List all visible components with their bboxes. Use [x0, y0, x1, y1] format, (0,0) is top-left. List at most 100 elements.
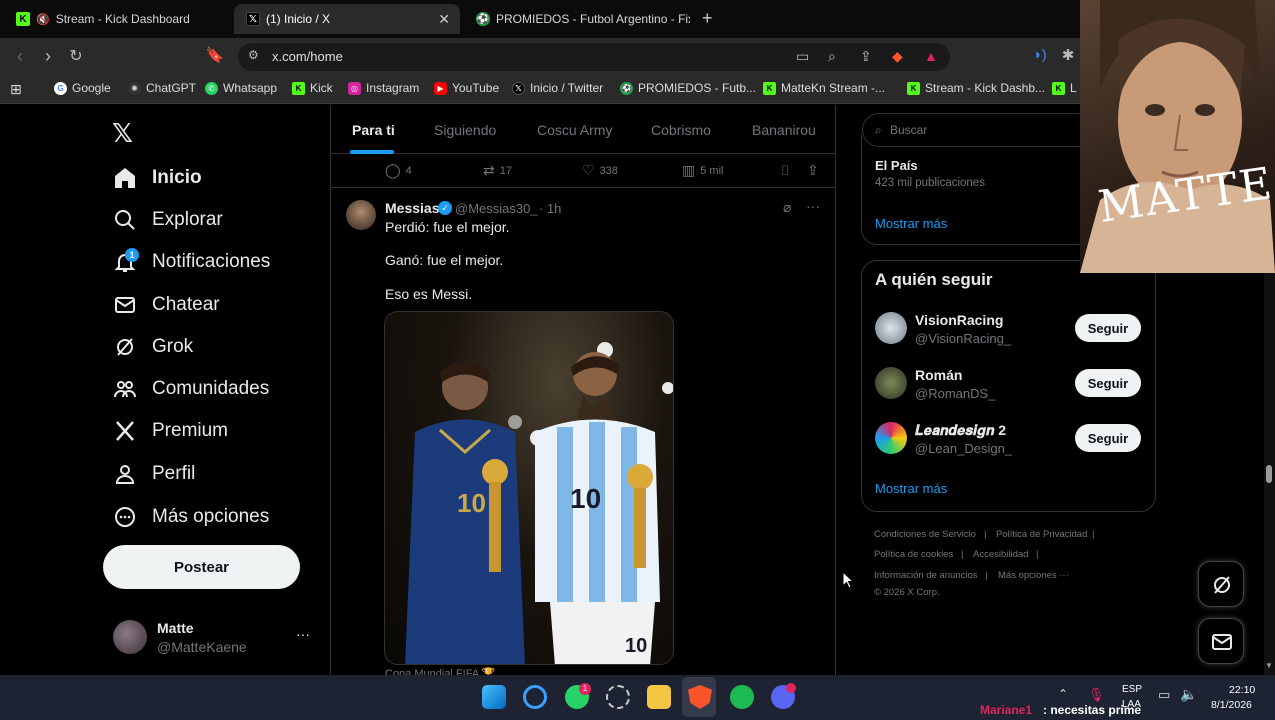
author-handle[interactable]: @Messias30_ — [455, 201, 538, 216]
scroll-down-icon[interactable]: ▼ — [1265, 661, 1273, 670]
nav-mas-opciones[interactable]: Más opciones — [113, 502, 269, 532]
nav-explorar[interactable]: Explorar — [113, 205, 223, 235]
suggestion-name[interactable]: Román — [915, 367, 962, 383]
follow-button[interactable]: Seguir — [1075, 369, 1141, 397]
account-switcher[interactable]: Matte @MatteKaene ··· — [103, 610, 323, 660]
author-name[interactable]: Messias — [385, 200, 439, 216]
url-text[interactable]: x.com/home — [272, 49, 343, 64]
avatar[interactable] — [875, 367, 907, 399]
footer-cookies-link[interactable]: Política de cookies — [874, 549, 953, 560]
grok-float-button[interactable] — [1198, 561, 1244, 607]
clock-time[interactable]: 22:10 — [1229, 684, 1255, 696]
bookmark-promiedos[interactable]: ⚽ PROMIEDOS - Futb... — [620, 81, 756, 95]
close-tab-icon[interactable]: ✕ — [438, 11, 450, 28]
brave-shields-icon[interactable]: ◆ — [892, 48, 903, 65]
start-icon[interactable] — [482, 685, 506, 709]
x-logo-icon[interactable]: 𝕏 — [112, 118, 133, 149]
account-more-icon[interactable]: ··· — [296, 626, 310, 642]
tab-para-ti[interactable]: Para ti — [352, 122, 395, 138]
bookmark-more[interactable]: KL — [1052, 81, 1077, 95]
bookmark-kick[interactable]: K Kick — [292, 81, 333, 95]
chatgpt-icon[interactable] — [606, 685, 630, 709]
x-premium-icon — [116, 421, 134, 441]
bookmark-youtube[interactable]: ▶ YouTube — [434, 81, 499, 95]
cast-icon[interactable]: ▭ — [796, 48, 809, 65]
post-more-icon[interactable]: ··· — [806, 198, 820, 214]
reply-button[interactable]: ◯ 4 — [385, 162, 412, 179]
new-tab-icon[interactable]: + — [702, 8, 713, 29]
input-layout[interactable]: LAA — [1122, 699, 1141, 710]
nav-inicio[interactable]: Inicio — [113, 163, 202, 193]
trend-count: 423 mil publicaciones — [875, 177, 985, 189]
extensions-icon[interactable]: ✱ — [1058, 46, 1078, 64]
nav-premium[interactable]: Premium — [113, 416, 228, 446]
zoom-icon[interactable]: ⌕ — [828, 48, 836, 65]
audio-icon[interactable]: ◗) — [1030, 46, 1050, 62]
file-explorer-icon[interactable] — [647, 685, 671, 709]
tab-kick-dashboard[interactable]: K 🔇 Stream - Kick Dashboard — [4, 4, 230, 34]
tab-siguiendo[interactable]: Siguiendo — [434, 122, 496, 138]
nav-grok[interactable]: Grok — [113, 332, 193, 362]
apps-icon[interactable]: ⊞ — [10, 81, 22, 98]
follow-button[interactable]: Seguir — [1075, 314, 1141, 342]
repost-button[interactable]: ⇄ 17 — [483, 162, 512, 179]
bookmark-instagram[interactable]: ◎ Instagram — [348, 81, 419, 95]
post-time[interactable]: · 1h — [539, 201, 561, 216]
trend-title[interactable]: El País — [875, 158, 918, 173]
tab-title: (1) Inicio / X — [266, 12, 331, 26]
spotify-icon[interactable] — [730, 685, 754, 709]
tab-bananirou[interactable]: Bananirou — [752, 122, 816, 138]
bookmark-twitter[interactable]: 𝕏 Inicio / Twitter — [512, 81, 603, 95]
suggestion-name[interactable]: 𝑳𝒆𝒂𝒏𝒅𝒆𝒔𝒊𝒈𝒏 2 — [915, 422, 1006, 439]
nav-perfil[interactable]: Perfil — [113, 459, 195, 489]
bookmark-whatsapp[interactable]: ✆ Whatsapp — [205, 81, 277, 95]
search-taskbar-icon[interactable] — [523, 685, 547, 709]
tab-promiedos[interactable]: ⚽ PROMIEDOS - Futbol Argentino - Fixt — [464, 4, 690, 34]
brave-rewards-icon[interactable]: ▲ — [924, 48, 938, 64]
address-bar[interactable]: ⚙ x.com/home ▭ ⌕ ⇪ ◆ ▲ — [238, 43, 950, 71]
footer-more-link[interactable]: Más opciones ··· — [998, 570, 1069, 581]
forward-icon[interactable]: › — [38, 46, 58, 67]
bookmark-kick-dashboard[interactable]: K Stream - Kick Dashb... — [907, 81, 1045, 95]
tab-x-home[interactable]: 𝕏 (1) Inicio / X ✕ — [234, 4, 460, 34]
show-more-trends-link[interactable]: Mostrar más — [875, 216, 947, 231]
bookmark-icon[interactable]: 🔖 — [205, 46, 225, 64]
author-avatar[interactable] — [346, 200, 376, 230]
post-image[interactable]: 10 10 10 — [384, 311, 674, 665]
footer-privacy-link[interactable]: Política de Privacidad — [996, 529, 1087, 540]
tab-coscu-army[interactable]: Coscu Army — [537, 122, 612, 138]
show-more-suggestions-link[interactable]: Mostrar más — [875, 481, 947, 496]
tab-cobrismo[interactable]: Cobrismo — [651, 122, 711, 138]
suggestion-name[interactable]: VisionRacing — [915, 312, 1003, 328]
messages-float-button[interactable] — [1198, 618, 1244, 664]
site-settings-icon[interactable]: ⚙ — [248, 48, 259, 62]
footer-ads-info-link[interactable]: Información de anuncios — [874, 570, 978, 581]
microphone-icon[interactable]: 🎙 — [1088, 687, 1105, 703]
grok-post-icon[interactable]: ⌀ — [783, 199, 791, 216]
post-button[interactable]: Postear — [103, 545, 300, 589]
views-button[interactable]: ▥ 5 mil — [682, 162, 723, 179]
mail-icon — [115, 297, 135, 313]
tray-expand-icon[interactable]: ⌃ — [1058, 687, 1068, 701]
bookmark-google[interactable]: G Google — [54, 81, 111, 95]
like-button[interactable]: ♡ 338 — [582, 162, 618, 179]
input-language[interactable]: ESP — [1122, 684, 1142, 695]
avatar[interactable] — [875, 422, 907, 454]
back-icon[interactable]: ‹ — [10, 46, 30, 67]
share-icon[interactable]: ⇪ — [860, 48, 872, 65]
avatar[interactable] — [875, 312, 907, 344]
scrollbar-thumb[interactable] — [1266, 465, 1272, 483]
reload-icon[interactable]: ↻ — [66, 46, 86, 66]
volume-icon[interactable]: 🔈 — [1180, 686, 1197, 703]
footer-accessibility-link[interactable]: Accesibilidad — [973, 549, 1028, 560]
nav-chatear[interactable]: Chatear — [113, 290, 220, 320]
nav-comunidades[interactable]: Comunidades — [113, 374, 269, 404]
footer-terms-link[interactable]: Condiciones de Servicio — [874, 529, 976, 540]
bookmark-mattekn-stream[interactable]: K MatteKn Stream -... — [763, 81, 885, 95]
follow-button[interactable]: Seguir — [1075, 424, 1141, 452]
clock-date[interactable]: 8/1/2026 — [1211, 699, 1252, 711]
bookmark-post-button[interactable]: ⌷ — [781, 162, 794, 179]
bookmark-chatgpt[interactable]: ✺ ChatGPT — [128, 81, 196, 95]
share-post-button[interactable]: ⇪ — [807, 162, 824, 179]
network-icon[interactable]: ▭ — [1158, 687, 1170, 703]
